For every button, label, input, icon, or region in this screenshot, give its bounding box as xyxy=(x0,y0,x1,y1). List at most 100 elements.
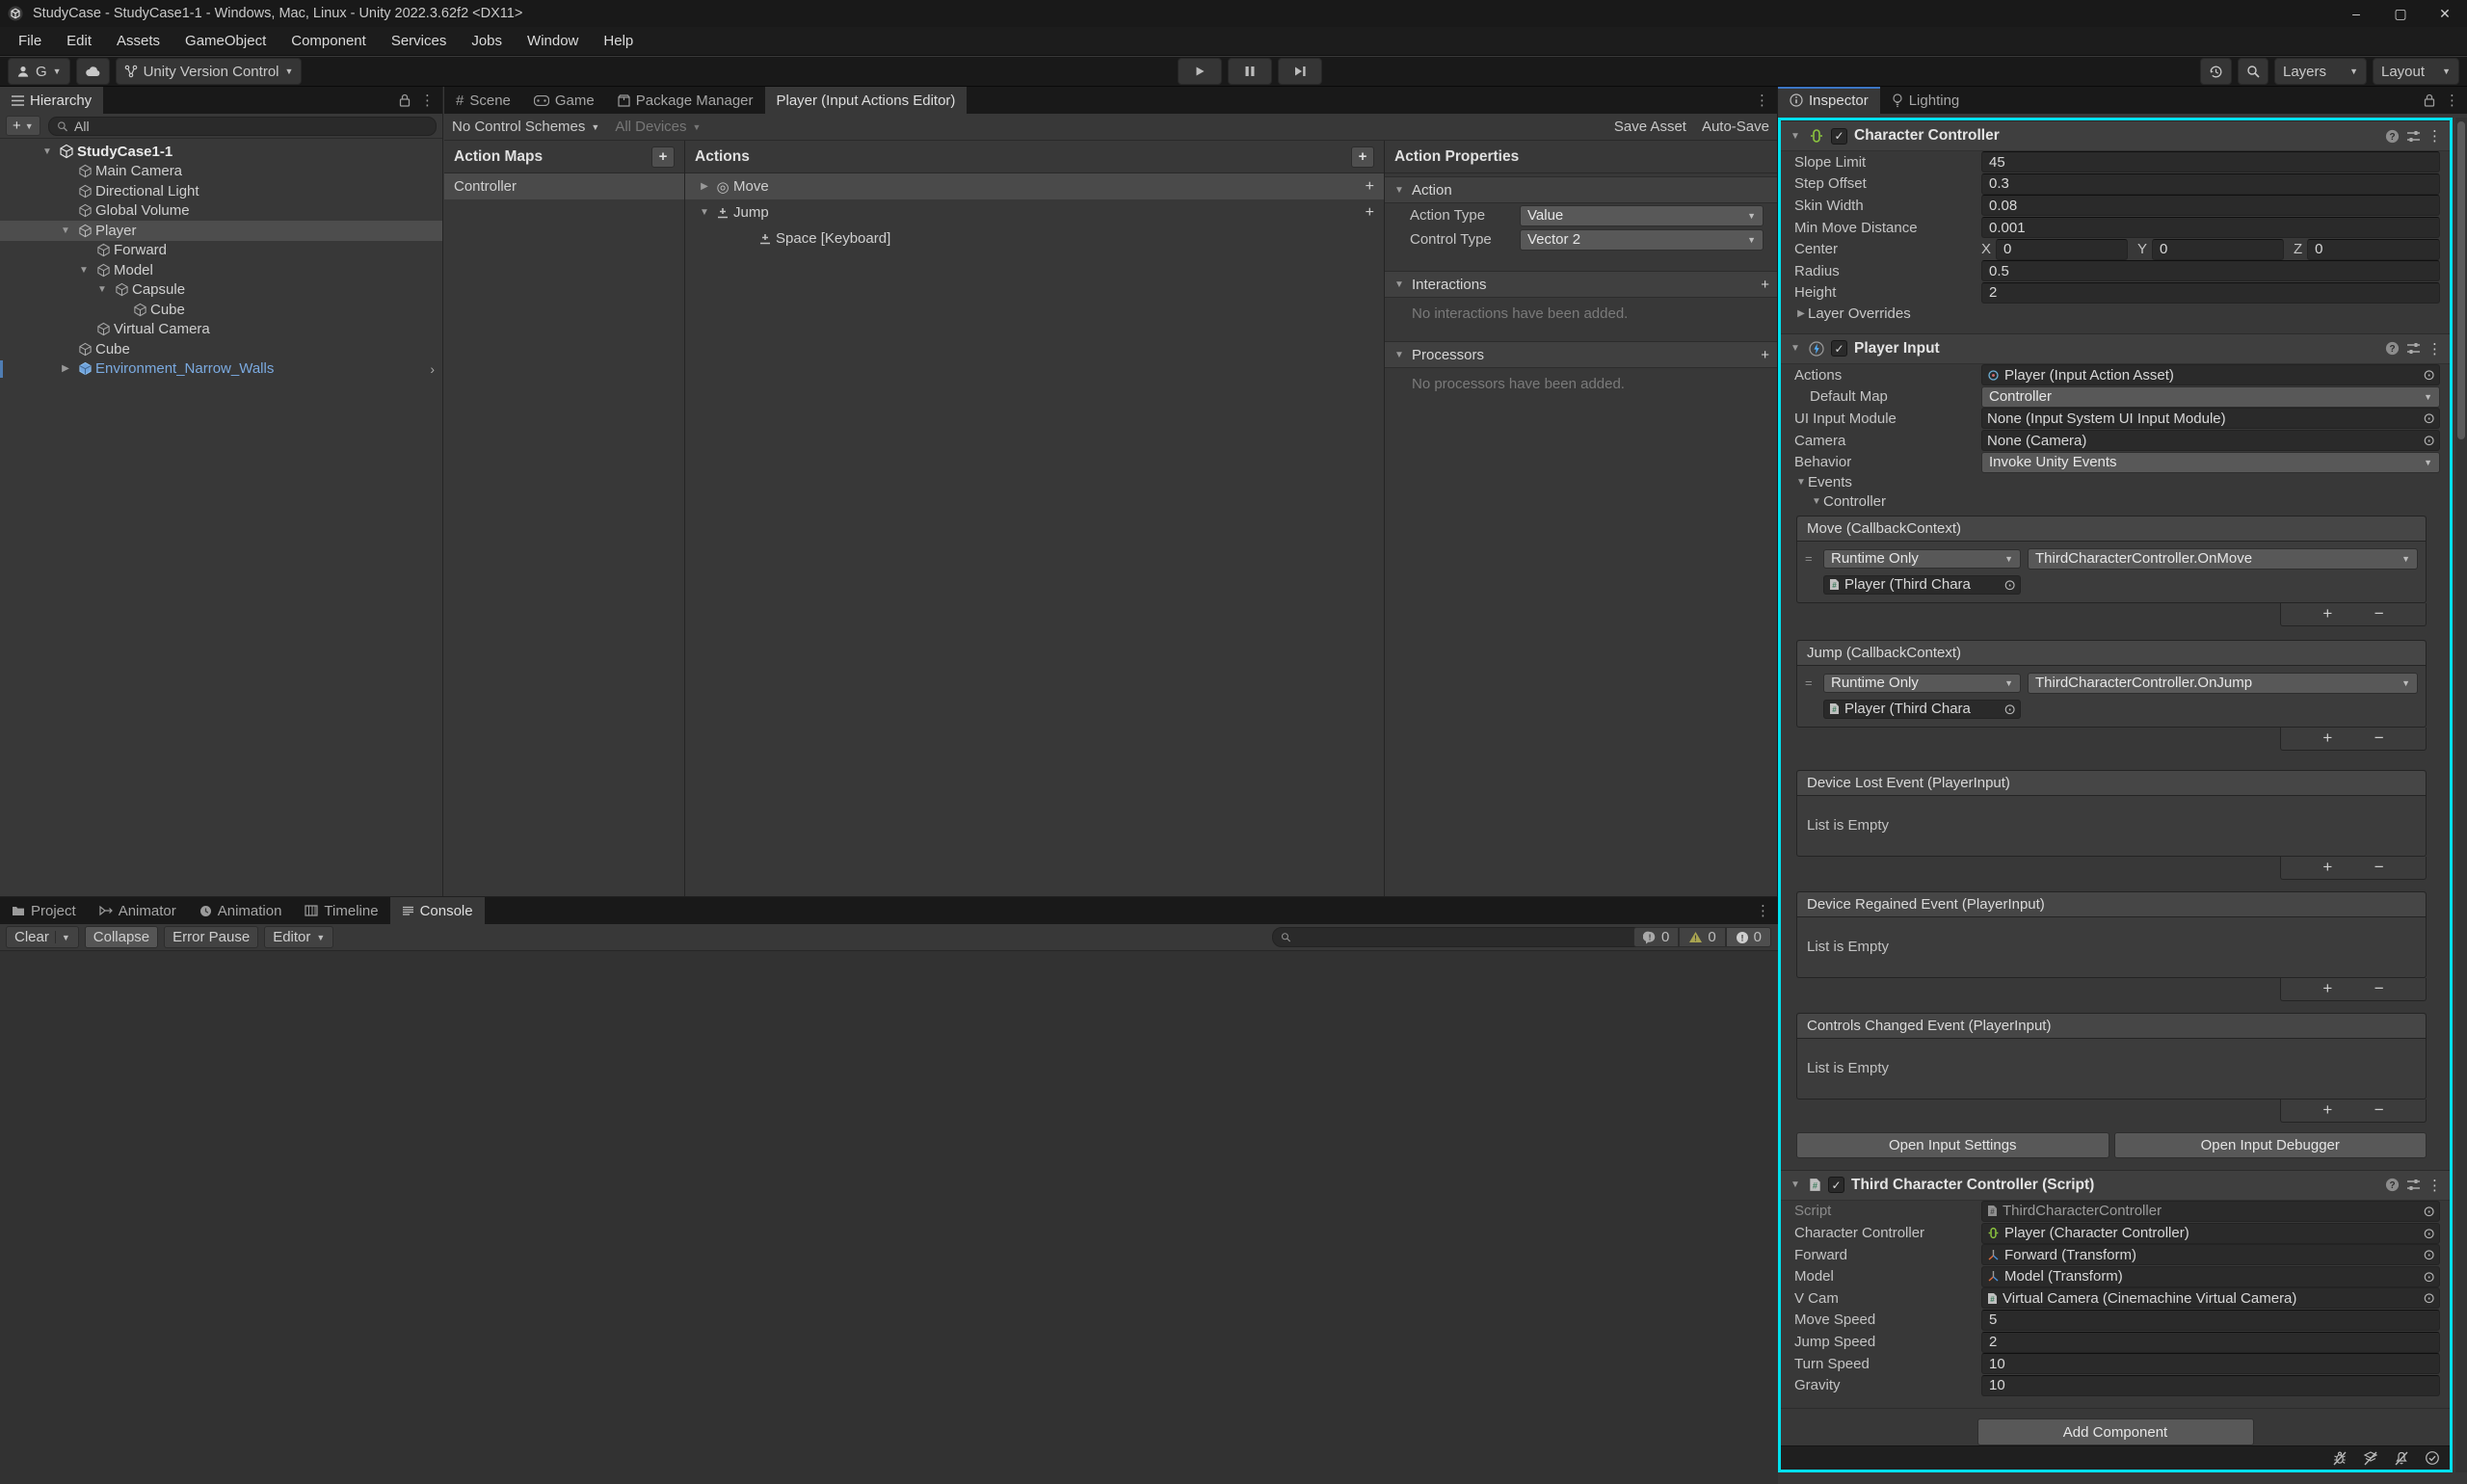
radius-field[interactable]: 0.5 xyxy=(1981,260,2440,281)
tree-row[interactable]: Global Volume xyxy=(0,201,442,222)
tree-row[interactable]: Main Camera xyxy=(0,162,442,182)
character-controller-ref-field[interactable]: Player (Character Controller) ⊙ xyxy=(1981,1223,2440,1244)
model-field[interactable]: Model (Transform) ⊙ xyxy=(1981,1266,2440,1287)
add-event-button[interactable]: + xyxy=(2322,729,2332,748)
foldout-icon[interactable]: ▼ xyxy=(75,265,93,276)
menu-help[interactable]: Help xyxy=(591,27,646,56)
default-map-dropdown[interactable]: Controller▼ xyxy=(1981,386,2440,408)
object-picker-icon[interactable]: ⊙ xyxy=(2423,1289,2435,1307)
play-button[interactable] xyxy=(1178,58,1222,85)
tree-row-scene[interactable]: ▼ StudyCase1-1 xyxy=(0,142,442,162)
tree-row-prefab[interactable]: ▶ Environment_Narrow_Walls › xyxy=(0,359,442,380)
menu-assets[interactable]: Assets xyxy=(104,27,172,56)
action-map-item-controller[interactable]: Controller xyxy=(444,173,684,199)
action-row-jump[interactable]: ▼ Jump + xyxy=(685,199,1384,225)
object-picker-icon[interactable]: ⊙ xyxy=(2423,410,2435,427)
add-action-button[interactable]: + xyxy=(1351,146,1374,168)
lock-icon[interactable] xyxy=(399,93,411,107)
menu-services[interactable]: Services xyxy=(379,27,460,56)
processors-section-header[interactable]: ▼Processors + xyxy=(1385,341,1777,368)
tree-row[interactable]: Cube xyxy=(0,339,442,359)
tab-animator[interactable]: Animator xyxy=(88,897,188,924)
foldout-icon[interactable]: ▼ xyxy=(1789,131,1802,142)
tab-lighting[interactable]: Lighting xyxy=(1880,87,1972,114)
forward-field[interactable]: Forward (Transform) ⊙ xyxy=(1981,1244,2440,1265)
tree-row[interactable]: Forward xyxy=(0,241,442,261)
move-speed-field[interactable]: 5 xyxy=(1981,1310,2440,1331)
add-event-button[interactable]: + xyxy=(2322,1100,2332,1120)
tab-game[interactable]: Game xyxy=(522,87,606,114)
action-type-dropdown[interactable]: Value▼ xyxy=(1520,205,1764,226)
object-picker-icon[interactable]: ⊙ xyxy=(2003,701,2016,718)
foldout-icon[interactable]: ▼ xyxy=(57,225,74,236)
tree-row-player-selected[interactable]: ▼ Player xyxy=(0,221,442,241)
tab-animation[interactable]: Animation xyxy=(188,897,294,924)
binding-row-space[interactable]: Space [Keyboard] xyxy=(685,225,1384,252)
pause-button[interactable] xyxy=(1228,58,1272,85)
minimize-button[interactable]: – xyxy=(2334,0,2378,27)
version-control-button[interactable]: Unity Version Control ▼ xyxy=(116,58,303,85)
hierarchy-menu-icon[interactable]: ⋮ xyxy=(420,92,435,109)
add-event-button[interactable]: + xyxy=(2322,858,2332,877)
tree-row[interactable]: ▼ Capsule xyxy=(0,280,442,301)
save-asset-button[interactable]: Save Asset xyxy=(1614,119,1686,135)
interactions-section-header[interactable]: ▼Interactions + xyxy=(1385,271,1777,298)
jump-speed-field[interactable]: 2 xyxy=(1981,1332,2440,1353)
maximize-button[interactable]: ▢ xyxy=(2378,0,2423,27)
help-icon[interactable]: ? xyxy=(2385,341,2400,356)
camera-field[interactable]: None (Camera) ⊙ xyxy=(1981,430,2440,451)
tree-row[interactable]: Cube xyxy=(0,300,442,320)
remove-event-button[interactable]: − xyxy=(2374,729,2384,748)
event-function-dropdown[interactable]: ThirdCharacterController.OnJump▼ xyxy=(2028,673,2418,694)
object-picker-icon[interactable]: ⊙ xyxy=(2423,1268,2435,1285)
third-character-controller-header[interactable]: ▼ # ✓ Third Character Controller (Script… xyxy=(1781,1170,2450,1201)
presets-icon[interactable] xyxy=(2406,130,2421,143)
component-enabled-checkbox[interactable]: ✓ xyxy=(1831,128,1847,145)
tab-input-actions-editor[interactable]: Player (Input Actions Editor) xyxy=(765,87,968,114)
remove-event-button[interactable]: − xyxy=(2374,1100,2384,1120)
tree-row[interactable]: ▼ Model xyxy=(0,260,442,280)
overlay-disabled-icon[interactable] xyxy=(2363,1450,2378,1466)
foldout-icon[interactable]: ▼ xyxy=(93,284,111,295)
slope-limit-field[interactable]: 45 xyxy=(1981,151,2440,172)
tab-console[interactable]: Console xyxy=(390,897,485,924)
layers-dropdown[interactable]: Layers ▼ xyxy=(2274,58,2367,85)
event-mode-dropdown[interactable]: Runtime Only▼ xyxy=(1823,549,2021,569)
notifications-disabled-icon[interactable] xyxy=(2394,1450,2409,1466)
menu-jobs[interactable]: Jobs xyxy=(459,27,515,56)
add-binding-button[interactable]: + xyxy=(1366,178,1374,196)
warning-count-toggle[interactable]: ! 0 xyxy=(1679,927,1725,947)
component-menu-icon[interactable]: ⋮ xyxy=(2427,340,2442,358)
clear-button[interactable]: Clear ▼ xyxy=(6,926,79,948)
step-button[interactable] xyxy=(1278,58,1322,85)
center-z-field[interactable]: 0 xyxy=(2307,239,2440,260)
foldout-icon[interactable]: ▼ xyxy=(697,207,712,218)
tree-row[interactable]: Directional Light xyxy=(0,181,442,201)
info-count-toggle[interactable]: ! 0 xyxy=(1633,927,1679,947)
vcam-field[interactable]: # Virtual Camera (Cinemachine Virtual Ca… xyxy=(1981,1287,2440,1309)
ui-input-module-field[interactable]: None (Input System UI Input Module) ⊙ xyxy=(1981,408,2440,429)
foldout-icon[interactable]: ▶ xyxy=(697,181,712,192)
center-y-field[interactable]: 0 xyxy=(2152,239,2284,260)
console-search[interactable] xyxy=(1272,927,1665,947)
tab-hierarchy[interactable]: Hierarchy xyxy=(0,87,103,114)
tab-timeline[interactable]: Timeline xyxy=(293,897,389,924)
drag-handle-icon[interactable]: = xyxy=(1805,679,1817,686)
add-event-button[interactable]: + xyxy=(2322,604,2332,623)
presets-icon[interactable] xyxy=(2406,342,2421,355)
status-ok-icon[interactable] xyxy=(2425,1450,2440,1466)
account-button[interactable]: G ▼ xyxy=(8,58,70,85)
foldout-icon[interactable]: ▼ xyxy=(1789,1179,1802,1190)
object-picker-icon[interactable]: ⊙ xyxy=(2423,366,2435,384)
component-menu-icon[interactable]: ⋮ xyxy=(2427,127,2442,145)
hierarchy-search-input[interactable] xyxy=(72,118,428,135)
min-move-distance-field[interactable]: 0.001 xyxy=(1981,217,2440,238)
component-menu-icon[interactable]: ⋮ xyxy=(2427,1177,2442,1194)
remove-event-button[interactable]: − xyxy=(2374,604,2384,623)
step-offset-field[interactable]: 0.3 xyxy=(1981,173,2440,195)
action-section-header[interactable]: ▼Action xyxy=(1385,176,1777,203)
character-controller-header[interactable]: ▼ ✓ Character Controller ? ⋮ xyxy=(1781,120,2450,151)
help-icon[interactable]: ? xyxy=(2385,1178,2400,1192)
event-target-field[interactable]: # Player (Third Chara ⊙ xyxy=(1823,575,2021,595)
add-interaction-button[interactable]: + xyxy=(1761,277,1769,293)
